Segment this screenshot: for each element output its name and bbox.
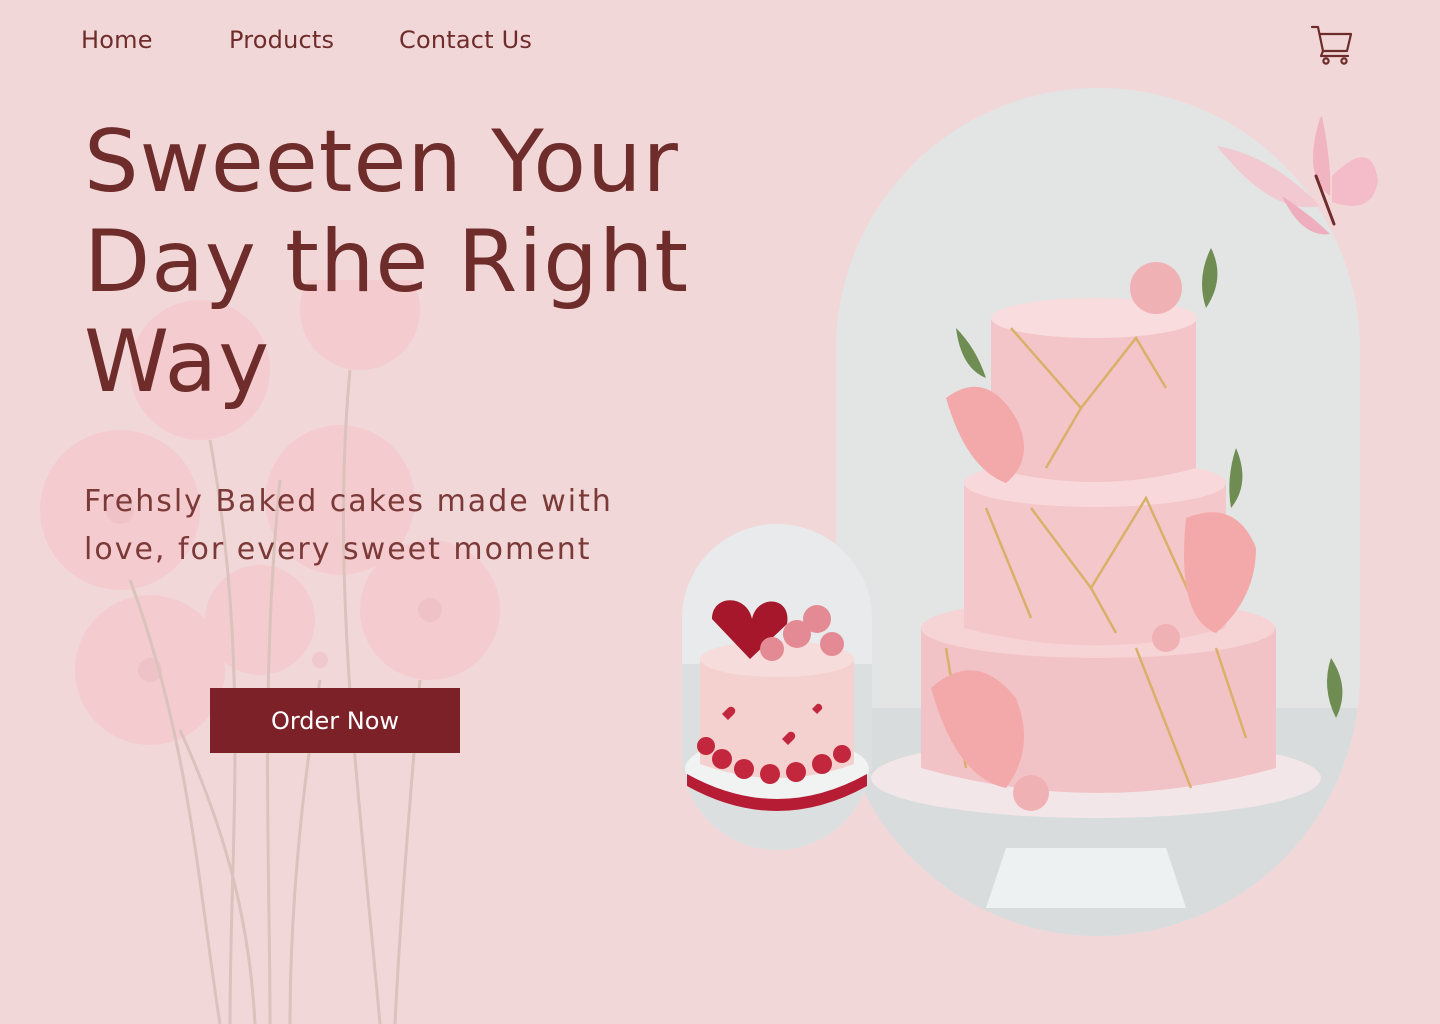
nav-products-link[interactable]: Products — [229, 26, 334, 54]
nav-contact-us-link[interactable]: Contact Us — [399, 26, 532, 54]
hero-headline: Sweeten Your Day the Right Way — [84, 112, 764, 412]
nav-home-link[interactable]: Home — [81, 26, 153, 54]
hero-subtitle-line-1: Frehsly Baked cakes made with — [84, 484, 613, 519]
landing-page: Home Products Contact Us Sweeten Your Da… — [0, 0, 1440, 1024]
hero-headline-line-1: Sweeten Your — [84, 112, 679, 212]
hero-headline-line-2: Day the Right — [84, 212, 690, 312]
pink-butterfly-icon — [1217, 116, 1378, 235]
pink-heart-rosette-cake-image — [682, 524, 872, 850]
secondary-cake-illustration — [682, 524, 872, 850]
hero-headline-line-3: Way — [84, 312, 271, 412]
order-now-button[interactable]: Order Now — [210, 688, 460, 753]
hero-subtitle: Frehsly Baked cakes made with love, for … — [84, 478, 684, 574]
hero-subtitle-line-2: love, for every sweet moment — [84, 532, 592, 567]
shopping-cart-icon[interactable] — [1310, 22, 1354, 66]
